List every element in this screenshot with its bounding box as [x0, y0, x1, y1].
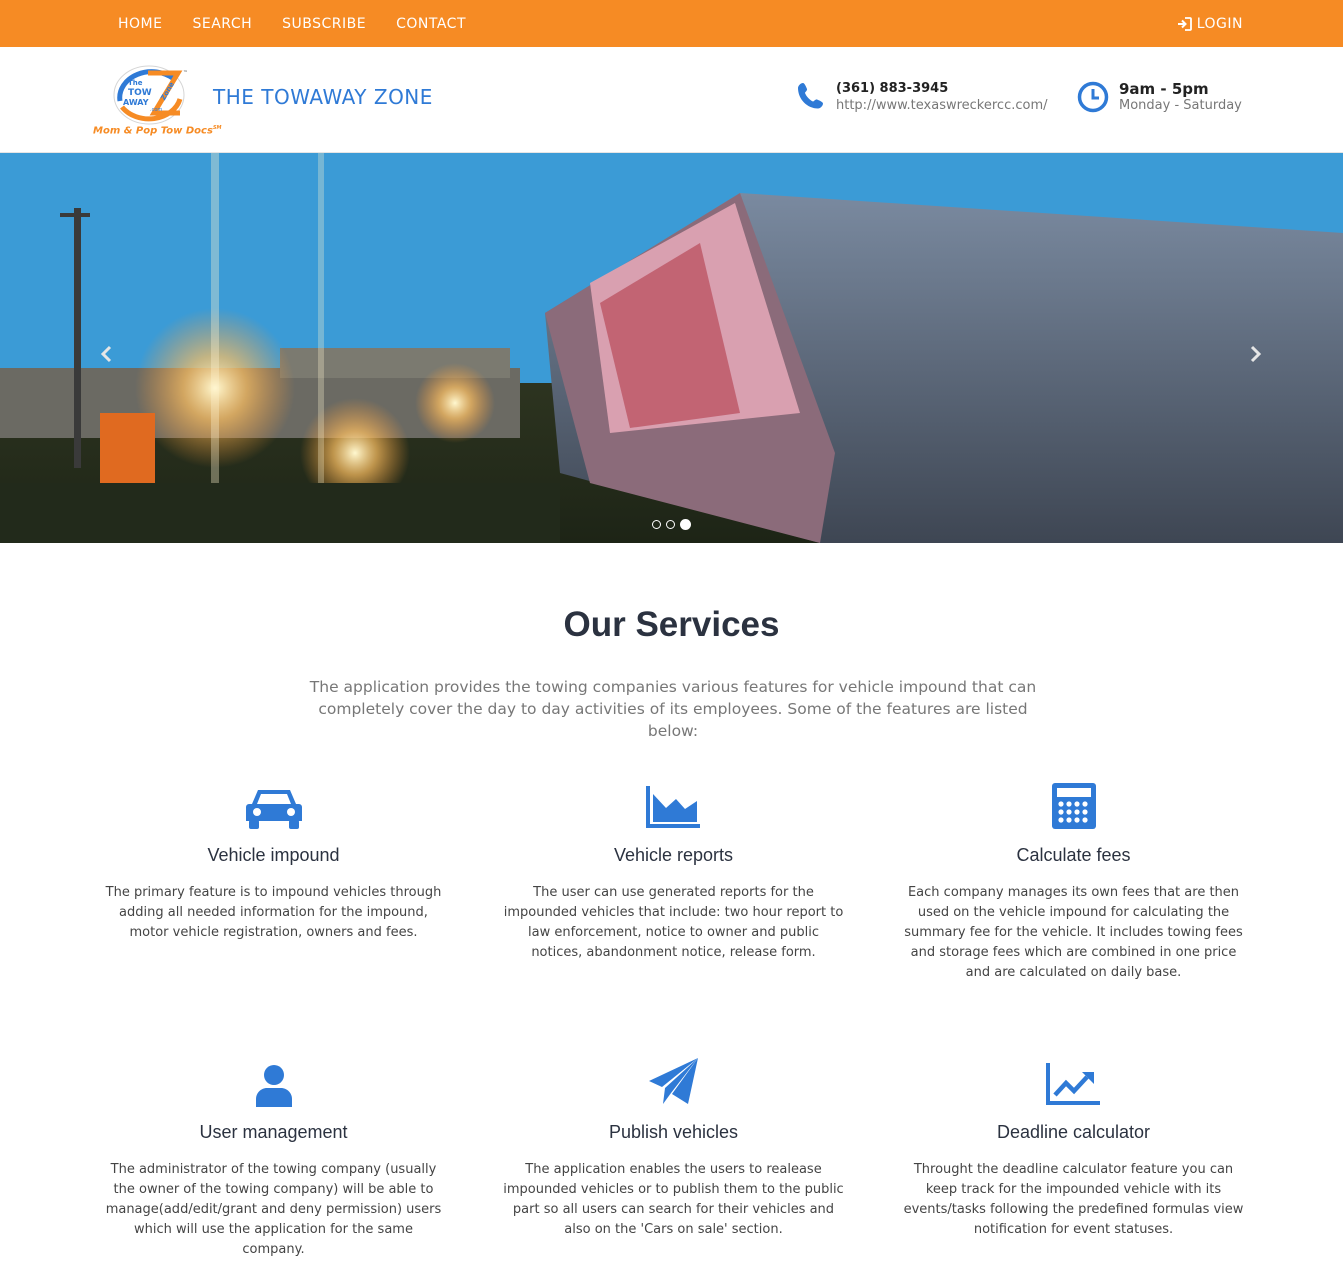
top-navbar: HOME SEARCH SUBSCRIBE CONTACT LOGIN [0, 0, 1343, 47]
phone-number[interactable]: (361) 883-3945 [836, 81, 1048, 97]
hero-carousel [0, 153, 1343, 543]
login-link[interactable]: LOGIN [1177, 0, 1243, 47]
services-intro: The application provides the towing comp… [309, 678, 1037, 740]
service-title: Publish vehicles [608, 1122, 739, 1142]
service-user-management: User management The administrator of the… [101, 1055, 446, 1260]
logo-tagline: Mom & Pop Tow DocsSM [93, 125, 222, 137]
nav-contact-link[interactable]: CONTACT [396, 16, 466, 32]
logo-service-mark: SM [212, 125, 222, 131]
nav-subscribe-link[interactable]: SUBSCRIBE [282, 16, 366, 32]
phone-contact: (361) 883-3945 http://www.texaswreckercc… [796, 81, 1048, 114]
area-chart-icon [645, 786, 700, 828]
service-calculate-fees: Calculate fees Each company manages its … [901, 778, 1246, 983]
service-title: Vehicle impound [207, 845, 340, 865]
nav-links: HOME SEARCH SUBSCRIBE CONTACT [118, 0, 496, 47]
car-icon [245, 790, 302, 829]
service-deadline-calculator: Deadline calculator Throught the deadlin… [901, 1055, 1246, 1240]
logo-text-com: .com [150, 107, 162, 113]
website-link[interactable]: http://www.texaswreckercc.com/ [836, 97, 1048, 114]
login-label: LOGIN [1196, 15, 1243, 32]
hero-image [0, 153, 1343, 543]
business-hours: 9am - 5pm Monday - Saturday [1077, 81, 1242, 114]
carousel-indicators [652, 519, 696, 530]
logo-text-tow: TOW [128, 88, 152, 98]
service-description: The application enables the users to rea… [503, 1162, 844, 1237]
clock-icon [1077, 81, 1109, 113]
user-icon [255, 1065, 292, 1107]
logo-text-away: AWAY [123, 98, 149, 107]
service-title: Vehicle reports [613, 845, 734, 865]
logo-text-the: The [128, 79, 143, 87]
service-title: Deadline calculator [996, 1122, 1151, 1142]
service-description: Each company manages its own fees that a… [904, 885, 1243, 980]
carousel-indicator-3[interactable] [680, 519, 691, 530]
brand-title[interactable]: THE TOWAWAY ZONE [213, 85, 433, 109]
paper-plane-icon [648, 1058, 698, 1104]
chevron-left-icon [100, 345, 112, 363]
line-chart-icon [1045, 1063, 1100, 1105]
carousel-indicator-2[interactable] [666, 520, 675, 529]
hours-text: 9am - 5pm [1119, 80, 1209, 98]
svg-text:™: ™ [183, 70, 188, 76]
service-description: The user can use generated reports for t… [503, 885, 844, 960]
nav-home-link[interactable]: HOME [118, 16, 162, 32]
service-vehicle-reports: Vehicle reports The user can use generat… [501, 778, 846, 963]
nav-search-link[interactable]: SEARCH [192, 16, 252, 32]
chevron-right-icon [1250, 345, 1262, 363]
carousel-indicator-1[interactable] [652, 520, 661, 529]
service-description: Throught the deadline calculator feature… [903, 1162, 1244, 1237]
login-icon [1177, 16, 1192, 31]
calculator-icon [1051, 783, 1096, 829]
service-title: Calculate fees [1016, 845, 1131, 865]
service-description: The primary feature is to impound vehicl… [105, 885, 442, 940]
phone-icon [798, 83, 823, 109]
days-text: Monday - Saturday [1119, 98, 1242, 113]
service-publish-vehicles: Publish vehicles The application enables… [501, 1055, 846, 1240]
site-header: The TOW AWAY Zone .com ™ Mom & Pop Tow D… [0, 47, 1343, 153]
service-description: The administrator of the towing company … [105, 1162, 442, 1257]
service-title: User management [199, 1122, 348, 1142]
service-vehicle-impound: Vehicle impound The primary feature is t… [101, 778, 446, 943]
services-title: Our Services [563, 605, 780, 644]
